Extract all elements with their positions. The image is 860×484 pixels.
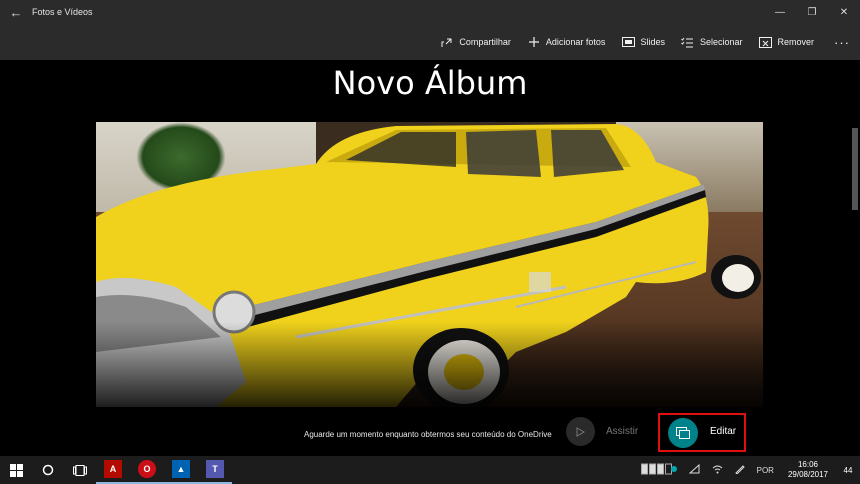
onedrive-status-text: Aguarde um momento enquanto obtermos seu…: [304, 430, 552, 439]
watch-label[interactable]: Assistir: [606, 426, 638, 437]
edit-button[interactable]: [668, 418, 698, 448]
windows-start-icon[interactable]: [0, 456, 32, 484]
slideshow-icon: [621, 36, 635, 48]
select-label: Selecionar: [699, 37, 743, 47]
add-photos-button[interactable]: Adicionar fotos: [527, 36, 606, 48]
play-button[interactable]: [566, 417, 595, 446]
edit-highlight-box: Editar: [658, 413, 746, 452]
share-icon: [440, 36, 454, 48]
album-view: Novo Álbum Aguarde um momento enquanto o…: [0, 60, 860, 456]
wifi-icon[interactable]: [712, 464, 723, 477]
scrollbar[interactable]: [852, 128, 858, 210]
album-title: Novo Álbum: [332, 64, 528, 102]
share-button[interactable]: Compartilhar: [440, 36, 511, 48]
select-button[interactable]: Selecionar: [681, 36, 743, 48]
photos-taskbar-icon[interactable]: ▲: [164, 456, 198, 484]
title-bar: ← Fotos e Vídeos — ❐ ✕: [0, 0, 860, 24]
remove-icon: [758, 36, 772, 48]
clock-date: 29/08/2017: [787, 470, 828, 479]
network-icon[interactable]: [688, 463, 700, 477]
add-photos-label: Adicionar fotos: [545, 37, 606, 47]
slides-button[interactable]: Slides: [621, 36, 665, 48]
cortana-icon[interactable]: [32, 456, 64, 484]
notification-count: 44: [843, 465, 853, 475]
checklist-icon: [681, 36, 695, 48]
opera-taskbar-icon[interactable]: O: [130, 456, 164, 484]
edit-label[interactable]: Editar: [710, 426, 736, 437]
slides-label: Slides: [640, 37, 665, 47]
clock[interactable]: 16:06 29/08/2017: [788, 460, 828, 480]
remove-button[interactable]: Remover: [758, 36, 814, 48]
close-icon[interactable]: ✕: [828, 0, 860, 24]
back-arrow-icon[interactable]: ←: [0, 0, 32, 24]
edit-video-icon: [676, 427, 690, 439]
window-title: Fotos e Vídeos: [32, 7, 93, 17]
teams-taskbar-icon[interactable]: T: [198, 456, 232, 484]
album-cover-photo[interactable]: [96, 122, 763, 407]
battery-icon[interactable]: [640, 463, 677, 478]
more-options-button[interactable]: ···: [834, 35, 850, 50]
command-bar: Compartilhar Adicionar fotos Slides Sele…: [0, 24, 860, 60]
acrobat-taskbar-icon[interactable]: A: [96, 456, 130, 484]
taskbar: A O ▲ T POR 16:06 29/08/2017 44: [0, 456, 860, 484]
window-controls: — ❐ ✕: [764, 0, 860, 24]
action-center-button[interactable]: 44: [836, 456, 860, 484]
task-view-icon[interactable]: [64, 456, 96, 484]
photo-vignette: [96, 122, 763, 407]
system-tray: POR 16:06 29/08/2017 44: [635, 456, 860, 484]
minimize-icon[interactable]: —: [764, 0, 796, 24]
plus-icon: [527, 36, 541, 48]
play-icon: [576, 426, 585, 437]
clock-time: 16:06: [797, 460, 818, 469]
pen-icon[interactable]: [734, 464, 745, 477]
remove-label: Remover: [777, 37, 814, 47]
share-label: Compartilhar: [459, 37, 511, 47]
album-action-bar: Aguarde um momento enquanto obtermos seu…: [0, 413, 860, 456]
language-indicator[interactable]: POR: [757, 466, 774, 475]
maximize-icon[interactable]: ❐: [796, 0, 828, 24]
